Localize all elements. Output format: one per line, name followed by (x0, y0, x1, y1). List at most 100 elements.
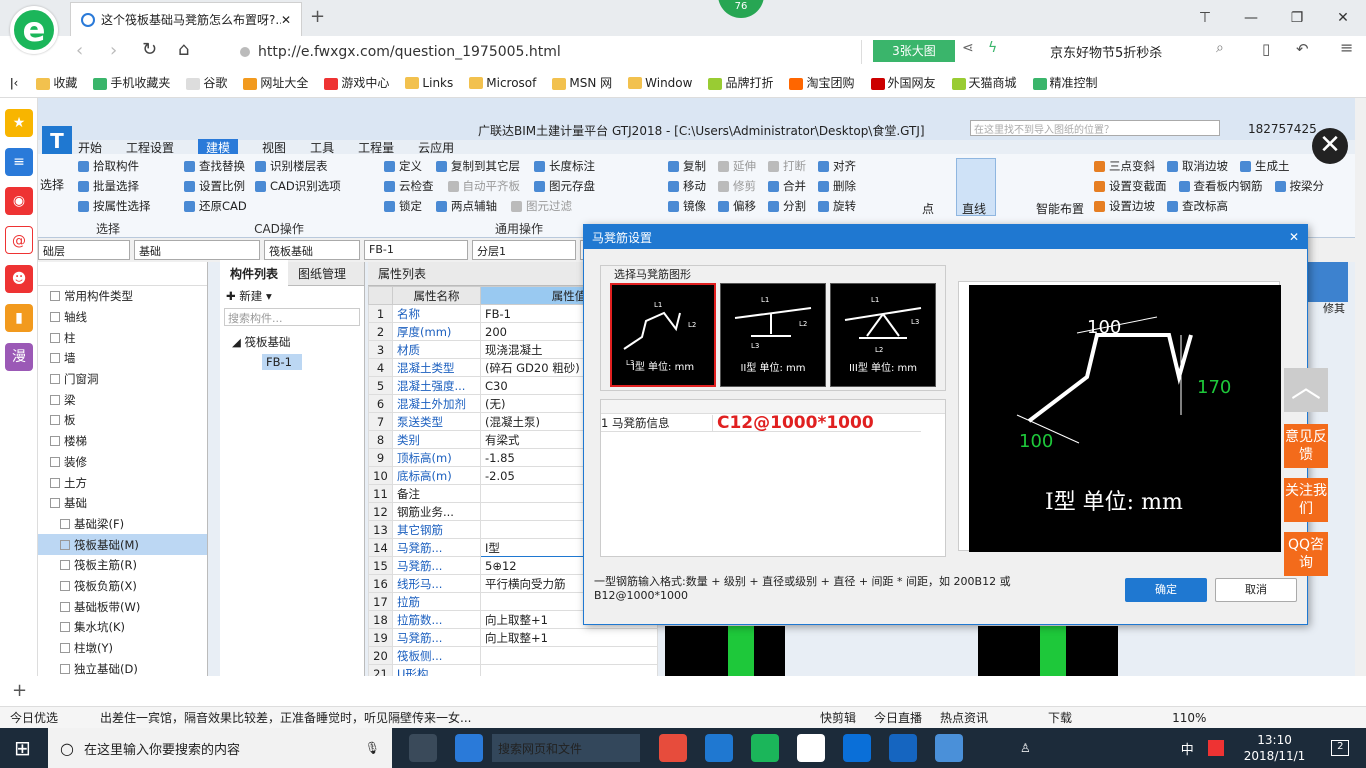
line-button[interactable]: 直线 (962, 200, 986, 217)
tree-item[interactable]: 板 (38, 410, 207, 431)
cad-canvas[interactable] (665, 626, 785, 676)
cad-column-element-2[interactable] (1040, 626, 1066, 676)
feedback-button[interactable]: 意见反馈 (1284, 424, 1328, 468)
refresh-icon[interactable]: ↻ (142, 39, 157, 60)
bookmark-item[interactable]: 网址大全 (243, 74, 308, 91)
glodon-icon[interactable] (889, 734, 917, 762)
type-select[interactable]: 基础 (134, 240, 260, 260)
component-type-select[interactable]: 筏板基础 (264, 240, 360, 260)
scroll-top-icon[interactable]: ︿ (1284, 368, 1328, 412)
skin-icon[interactable]: ⊤ (1182, 10, 1228, 26)
tree-item[interactable]: 基础 (38, 493, 207, 514)
bookmark-item[interactable]: 游戏中心 (324, 74, 389, 91)
user-phone[interactable]: 182757425 (1248, 122, 1317, 136)
view-rebar-button[interactable]: 查看板内钢筋 (1178, 178, 1263, 198)
tree-item[interactable]: 常用构件类型 (38, 286, 207, 307)
tree-item[interactable]: 土方 (38, 472, 207, 493)
shape-type-3[interactable]: L1 L3 L2 III型 单位: mm (830, 283, 936, 387)
forward-icon[interactable]: › (110, 40, 117, 61)
smart-layout-button[interactable]: 智能布置 (1036, 200, 1084, 217)
email-icon[interactable]: @ (5, 226, 33, 254)
tree-item[interactable]: 筏板负筋(X) (38, 576, 207, 597)
bookmark-item[interactable]: Window (628, 76, 692, 90)
group-raft-foundation[interactable]: ◢ 筏板基础 (220, 328, 364, 350)
status-quick-clip[interactable]: 快剪辑 (820, 709, 856, 726)
menu-view[interactable]: 视图 (262, 139, 286, 156)
cad-options-button[interactable]: CAD识别选项 (255, 178, 341, 198)
search-icon[interactable]: ⌕ (1216, 40, 1224, 56)
news-ticker[interactable]: 出差住一宾馆，隔音效果比较差，正准备睡觉时，听见隔壁传来一女... (100, 709, 820, 726)
tab-component-list[interactable]: 构件列表 (220, 260, 289, 287)
find-replace-button[interactable]: 查找替换 (184, 158, 245, 178)
shape-type-2[interactable]: L1 L2 L3 II型 单位: mm (720, 283, 826, 387)
align-button[interactable]: 对齐 (818, 158, 856, 178)
bookmark-item[interactable]: 天猫商城 (951, 74, 1017, 91)
tree-item[interactable]: 基础梁(F) (38, 514, 207, 535)
copy-floor-button[interactable]: 复制到其它层 (436, 158, 520, 178)
restore-cad-button[interactable]: 还原CAD (184, 198, 374, 218)
gtj-task-icon[interactable] (935, 734, 963, 762)
url-text[interactable]: http://e.fwxgx.com/question_1975005.html (258, 44, 561, 60)
dialog-close-icon[interactable]: ✕ (1289, 230, 1299, 244)
select-big-button[interactable]: 选择 (40, 176, 64, 193)
delete-button[interactable]: 删除 (818, 178, 856, 198)
three-point-slope-button[interactable]: 三点变斜 (1094, 158, 1155, 178)
weibo-icon[interactable]: ◉ (5, 187, 33, 215)
pick-component-button[interactable]: 拾取构件 (78, 158, 178, 178)
save-element-button[interactable]: 图元存盘 (534, 178, 595, 198)
ok-button[interactable]: 确定 (1125, 578, 1207, 602)
menu-start[interactable]: 开始 (78, 139, 102, 156)
rotate-button[interactable]: 旋转 (818, 198, 856, 218)
dimension-button[interactable]: 长度标注 (534, 158, 595, 178)
windows-start-icon[interactable]: ⊞ (14, 736, 31, 760)
menu-tools[interactable]: 工具 (310, 139, 334, 156)
close-overlay-icon[interactable]: ✕ (1312, 128, 1348, 164)
tree-item[interactable]: 基础板带(W) (38, 596, 207, 617)
notification-count[interactable]: 2 (1331, 740, 1350, 756)
batch-select-button[interactable]: 批量选择 (78, 178, 178, 198)
bookmark-item[interactable]: 收藏 (36, 74, 77, 91)
tree-item[interactable]: 墙 (38, 348, 207, 369)
point-button[interactable]: 点 (922, 200, 934, 217)
tree-item[interactable]: 筏板主筋(R) (38, 555, 207, 576)
tree-item[interactable]: 门窗洞 (38, 369, 207, 390)
component-select[interactable]: FB-1 (364, 240, 468, 260)
tree-item[interactable]: 柱墩(Y) (38, 638, 207, 659)
tree-item[interactable]: 筏板基础(M) (38, 534, 207, 555)
task-view-icon[interactable] (409, 734, 437, 762)
info-value-input[interactable]: C12@1000*1000 (713, 413, 874, 433)
collapse-icon[interactable]: ǀ‹ (10, 76, 18, 90)
tree-item[interactable]: 独立基础(D) (38, 658, 207, 676)
tree-item[interactable]: 装修 (38, 452, 207, 473)
set-scale-button[interactable]: 设置比例 (184, 178, 245, 198)
status-hot-news[interactable]: 热点资讯 (940, 709, 988, 726)
360-browser-icon[interactable] (751, 734, 779, 762)
flash-icon[interactable]: ϟ (988, 40, 997, 56)
bookmark-item[interactable]: 外国网友 (870, 74, 936, 91)
property-row[interactable]: 20 筏板侧... (368, 646, 658, 665)
mail-icon[interactable] (797, 734, 825, 762)
app-logo-icon[interactable]: T (42, 126, 72, 156)
sogou-icon[interactable] (1207, 740, 1224, 756)
game-icon[interactable]: ☻ (5, 265, 33, 293)
move-button[interactable]: 移动 (668, 178, 706, 198)
status-live[interactable]: 今日直播 (874, 709, 922, 726)
bookmark-item[interactable]: Microsof (469, 76, 536, 90)
cancel-slope-button[interactable]: 取消边坡 (1167, 158, 1228, 178)
site-info-icon[interactable] (240, 47, 250, 57)
status-download[interactable]: 下载 (1048, 709, 1072, 726)
tree-item[interactable]: 梁 (38, 389, 207, 410)
define-button[interactable]: 定义 (384, 158, 422, 178)
prop-value[interactable] (480, 664, 658, 676)
variable-section-button[interactable]: 设置变截面 (1094, 178, 1167, 198)
merge-button[interactable]: 合并 (768, 178, 806, 198)
tree-item[interactable]: 集水坑(K) (38, 617, 207, 638)
split-button[interactable]: 分割 (768, 198, 806, 218)
property-row[interactable]: 21 U形构... (368, 664, 658, 676)
today-picks[interactable]: 今日优选 (10, 709, 100, 726)
prop-value[interactable] (480, 646, 658, 665)
bookmark-item[interactable]: 淘宝团购 (789, 74, 855, 91)
two-point-axis-button[interactable]: 两点辅轴 (436, 198, 497, 218)
property-row[interactable]: 19 马凳筋... 向上取整+1 (368, 628, 658, 647)
component-search-input[interactable]: 搜索构件... (224, 308, 360, 326)
